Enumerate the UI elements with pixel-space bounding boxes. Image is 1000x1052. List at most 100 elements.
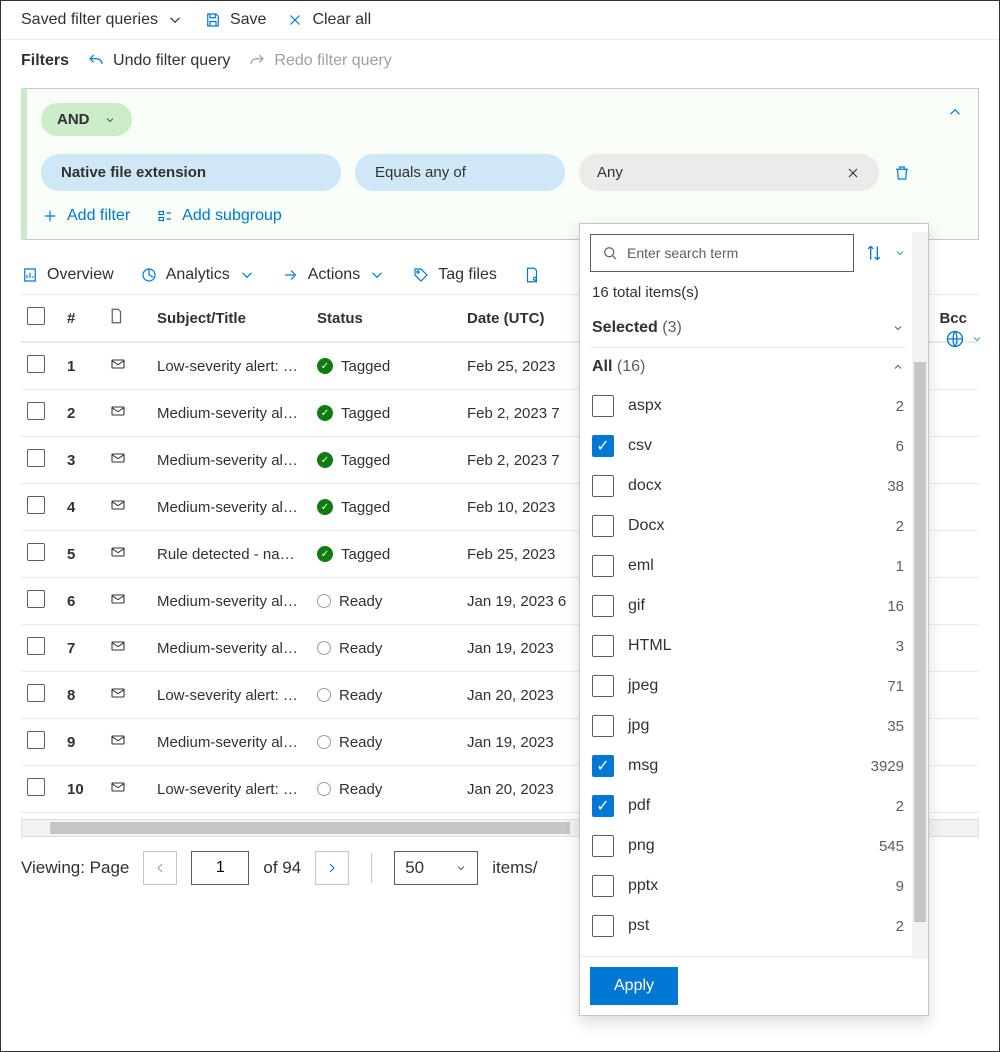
prev-page-button[interactable] bbox=[143, 851, 177, 885]
col-number[interactable]: # bbox=[67, 310, 107, 327]
filter-option[interactable]: pst2 bbox=[590, 906, 906, 946]
option-checkbox[interactable] bbox=[592, 915, 614, 937]
row-checkbox[interactable] bbox=[27, 449, 45, 467]
filter-option[interactable]: ✓msg3929 bbox=[590, 746, 906, 786]
row-number: 8 bbox=[67, 687, 107, 704]
filter-option[interactable]: aspx2 bbox=[590, 386, 906, 426]
collapse-builder-button[interactable] bbox=[946, 103, 964, 124]
page-input[interactable] bbox=[191, 851, 249, 885]
option-checkbox[interactable] bbox=[592, 635, 614, 657]
filter-condition-pill[interactable]: Equals any of bbox=[355, 154, 565, 191]
option-checkbox[interactable] bbox=[592, 395, 614, 417]
filter-option[interactable]: ✓ csv 6 bbox=[590, 426, 906, 466]
filter-option[interactable]: eml 1 bbox=[590, 546, 906, 586]
row-checkbox[interactable] bbox=[27, 684, 45, 702]
globe-dropdown[interactable] bbox=[945, 329, 983, 349]
filter-option[interactable]: ✓pdf2 bbox=[590, 786, 906, 826]
apply-button[interactable]: Apply bbox=[590, 967, 678, 1005]
row-checkbox[interactable] bbox=[27, 402, 45, 420]
option-label: csv bbox=[628, 437, 652, 455]
row-checkbox[interactable] bbox=[27, 543, 45, 561]
panel-scrollbar[interactable] bbox=[912, 232, 928, 959]
mail-icon bbox=[107, 685, 129, 701]
col-subject[interactable]: Subject/Title bbox=[157, 310, 317, 327]
save-button[interactable]: Save bbox=[204, 11, 266, 29]
row-checkbox[interactable] bbox=[27, 496, 45, 514]
row-subject: Medium-severity al… bbox=[157, 734, 317, 751]
selected-section-toggle[interactable]: Selected (3) bbox=[590, 309, 906, 348]
globe-icon bbox=[945, 329, 965, 349]
undo-label: Undo filter query bbox=[113, 52, 230, 70]
row-subject: Low-severity alert: … bbox=[157, 781, 317, 798]
add-subgroup-label: Add subgroup bbox=[182, 207, 282, 225]
col-date[interactable]: Date (UTC) bbox=[467, 310, 597, 327]
filter-option[interactable]: HTML3 bbox=[590, 626, 906, 666]
close-icon[interactable] bbox=[845, 165, 861, 181]
option-checkbox[interactable]: ✓ bbox=[592, 795, 614, 817]
row-status: Ready bbox=[317, 640, 467, 657]
option-checkbox[interactable] bbox=[592, 875, 614, 897]
status-ready-icon bbox=[317, 594, 331, 608]
undo-filter-button[interactable]: Undo filter query bbox=[87, 52, 230, 70]
option-checkbox[interactable]: ✓ bbox=[592, 755, 614, 777]
tag-files-tab[interactable]: Tag files bbox=[412, 266, 497, 284]
add-subgroup-button[interactable]: Add subgroup bbox=[156, 207, 282, 225]
analytics-tab[interactable]: Analytics bbox=[140, 266, 256, 284]
filter-option[interactable]: docx38 bbox=[590, 466, 906, 506]
option-checkbox[interactable] bbox=[592, 555, 614, 577]
chevron-down-icon bbox=[166, 11, 184, 29]
mail-icon bbox=[107, 450, 129, 466]
dropdown-search-input[interactable]: Enter search term bbox=[590, 234, 854, 272]
sort-icon[interactable] bbox=[864, 243, 884, 263]
mail-icon bbox=[107, 591, 129, 607]
filter-option[interactable]: gif16 bbox=[590, 586, 906, 626]
row-status: ✓Tagged bbox=[317, 358, 467, 375]
add-filter-button[interactable]: Add filter bbox=[41, 207, 130, 225]
add-filter-label: Add filter bbox=[67, 207, 130, 225]
row-checkbox[interactable] bbox=[27, 731, 45, 749]
option-count: 6 bbox=[896, 438, 904, 455]
overview-tab[interactable]: Overview bbox=[21, 266, 114, 284]
operator-pill[interactable]: AND bbox=[41, 103, 132, 136]
chevron-down-icon bbox=[368, 266, 386, 284]
row-checkbox[interactable] bbox=[27, 778, 45, 796]
row-status: ✓Tagged bbox=[317, 499, 467, 516]
filter-option[interactable]: pptx9 bbox=[590, 866, 906, 906]
filter-value-pill[interactable]: Any bbox=[579, 154, 879, 191]
row-checkbox[interactable] bbox=[27, 637, 45, 655]
option-checkbox[interactable] bbox=[592, 715, 614, 737]
row-checkbox[interactable] bbox=[27, 355, 45, 373]
option-count: 9 bbox=[896, 878, 904, 895]
option-checkbox[interactable] bbox=[592, 675, 614, 697]
col-status[interactable]: Status bbox=[317, 310, 467, 327]
option-checkbox[interactable] bbox=[592, 475, 614, 497]
saved-filter-queries-dropdown[interactable]: Saved filter queries bbox=[21, 11, 184, 29]
chevron-down-icon bbox=[892, 322, 904, 334]
option-checkbox[interactable] bbox=[592, 835, 614, 857]
all-section-toggle[interactable]: All (16) bbox=[590, 348, 906, 386]
option-checkbox[interactable] bbox=[592, 595, 614, 617]
clear-all-button[interactable]: Clear all bbox=[286, 11, 371, 29]
filter-option[interactable]: Docx2 bbox=[590, 506, 906, 546]
option-checkbox[interactable] bbox=[592, 515, 614, 537]
option-count: 545 bbox=[879, 838, 904, 855]
option-label: jpeg bbox=[628, 677, 658, 695]
page-size-select[interactable]: 50 bbox=[394, 851, 478, 885]
option-checkbox[interactable]: ✓ bbox=[592, 435, 614, 457]
actions-tab[interactable]: Actions bbox=[282, 266, 386, 284]
filter-option[interactable]: jpg35 bbox=[590, 706, 906, 746]
filter-option[interactable]: png545 bbox=[590, 826, 906, 866]
chevron-down-icon[interactable] bbox=[894, 247, 906, 259]
col-bcc[interactable]: Bcc bbox=[923, 310, 973, 327]
option-label: eml bbox=[628, 557, 654, 575]
option-count: 1 bbox=[896, 558, 904, 575]
next-page-button[interactable] bbox=[315, 851, 349, 885]
row-subject: Medium-severity al… bbox=[157, 405, 317, 422]
row-checkbox[interactable] bbox=[27, 590, 45, 608]
filter-field-pill[interactable]: Native file extension bbox=[41, 154, 341, 191]
delete-filter-icon[interactable] bbox=[893, 164, 911, 182]
filter-option[interactable]: jpeg71 bbox=[590, 666, 906, 706]
clear-all-label: Clear all bbox=[312, 11, 371, 29]
more-tab[interactable] bbox=[523, 266, 541, 284]
select-all-checkbox[interactable] bbox=[27, 307, 45, 325]
